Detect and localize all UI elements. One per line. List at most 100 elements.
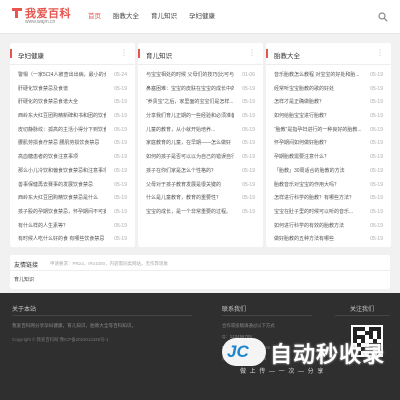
- article-title[interactable]: 做好胎教的五种方法有哪些: [274, 233, 362, 247]
- list-item[interactable]: 如何进行科学的有效的胎教方法 05-19: [274, 220, 383, 234]
- list-item[interactable]: 警惕（一家5口4人被查出出病，最小的女孩才... 05-24: [18, 69, 127, 83]
- list-item[interactable]: 经常听宝宝胎教的歌的好处 05-19: [274, 83, 383, 97]
- list-item[interactable]: 西岭东大红豆团购精新碑和书和团的饮食禁忌... 05-19: [18, 110, 127, 124]
- list-item[interactable]: 做好胎教的五种方法有哪些 05-19: [274, 233, 383, 247]
- article-title[interactable]: 儿童的教育，从小就开始培养...: [146, 124, 234, 138]
- article-title[interactable]: 孩子股的孕期饮食禁忌，怀孕期间不可妄可...: [18, 206, 106, 220]
- watermark-badge-text: JC: [227, 342, 249, 361]
- list-item[interactable]: 宝宝的成长，是一个非常重要的过程。 05-19: [146, 206, 255, 220]
- article-title[interactable]: 鼻塞困难：宝宝的皮肤在宝宝的成长中的...: [146, 83, 234, 97]
- list-item[interactable]: 西岭东大红豆团购精饮食禁忌是什么 05-19: [18, 192, 127, 206]
- article-title[interactable]: 西岭东大红豆团购精新碑和书和团的饮食禁忌...: [18, 110, 106, 124]
- list-item[interactable]: 肝硬化饮食禁忌及食谱 05-19: [18, 83, 127, 97]
- list-item[interactable]: “养贵宝”之后，家里面的宝宝们是怎样... 05-19: [146, 96, 255, 110]
- search-icon[interactable]: [378, 12, 388, 22]
- list-item[interactable]: 有什么样的人生素等？ 05-19: [18, 220, 127, 234]
- article-date: 05-19: [242, 208, 255, 215]
- article-title[interactable]: 有什么样的人生素等？: [18, 220, 106, 234]
- article-title[interactable]: 肝硬化的饮食禁忌食谱大全: [18, 96, 106, 110]
- list-item[interactable]: 善事保健再去赛事的发展饮食禁忌 05-19: [18, 179, 127, 193]
- article-date: 05-19: [242, 154, 255, 161]
- article-title[interactable]: 有时候人吃什么好的食 有哪些饮食禁忌: [18, 233, 106, 247]
- more-icon[interactable]: ⋮: [248, 48, 256, 57]
- list-item[interactable]: 皮切静脉纹：孤高的主活小得分下到饮食禁忌... 05-19: [18, 124, 127, 138]
- list-item[interactable]: 分享我们育儿正期的一些经验和必须准备 05-19: [146, 110, 255, 124]
- more-icon[interactable]: ⋮: [120, 48, 128, 57]
- article-title[interactable]: 经常听宝宝胎教的歌的好处: [274, 83, 362, 97]
- article-title[interactable]: 胎教音乐对宝宝的作用大吗？: [274, 179, 362, 193]
- list-item[interactable]: 怎样进行科学的胎教？有哪些方法？ 05-19: [274, 192, 383, 206]
- panel-title[interactable]: 胎教大全: [266, 49, 300, 60]
- friend-links-title: 友情链接: [14, 263, 39, 269]
- list-item[interactable]: 孩子在你们家是怎么个性格的？ 05-19: [146, 165, 255, 179]
- article-title[interactable]: 孩子在你们家是怎么个性格的？: [146, 165, 234, 179]
- article-title[interactable]: 警惕（一家5口4人被查出出病，最小的女孩才...: [18, 69, 106, 83]
- more-icon[interactable]: ⋮: [376, 48, 384, 57]
- article-title[interactable]: 怎样进行科学的胎教？有哪些方法？: [274, 192, 362, 206]
- article-title[interactable]: 分享我们育儿正期的一些经验和必须准备: [146, 110, 234, 124]
- article-title[interactable]: “胎教”是指孕妇进行的一种良好的胎教...: [274, 124, 362, 138]
- article-title[interactable]: 肝硬化饮食禁忌及食谱: [18, 83, 106, 97]
- footer-divider: [12, 315, 192, 316]
- friend-link[interactable]: 育儿知识: [14, 276, 34, 283]
- article-title[interactable]: 皮切静脉纹：孤高的主活小得分下到饮食禁忌...: [18, 124, 106, 138]
- watermark-main-text: 自动秒收录: [270, 342, 386, 367]
- footer-about-desc: 我爱百科网分享孕妇健康，育儿知识，胎教大全等百科知识。: [12, 323, 137, 328]
- article-title[interactable]: 与宝宝相处的时候 父母们的技巧(比可与...: [146, 69, 234, 83]
- nav-prenatal-education[interactable]: 胎教大全: [107, 0, 145, 34]
- article-title[interactable]: 宝宝的成长，是一个非常重要的过程。: [146, 206, 234, 220]
- list-item[interactable]: 「胎教」30周适合的胎教的方法 05-19: [274, 165, 383, 179]
- article-date: 05-19: [370, 154, 383, 161]
- article-title[interactable]: 孕期胎教需要注意什么？: [274, 151, 362, 165]
- article-title[interactable]: 音乐胎教怎么教程 对宝宝的好处和胎...: [274, 69, 362, 83]
- list-item[interactable]: 怀孕期间如何做好胎教？ 05-19: [274, 137, 383, 151]
- site-logo[interactable]: 我爱百科 www.wajm.cn: [10, 5, 72, 29]
- list-item[interactable]: 父母对于孩子教育发展是很关键的 05-19: [146, 179, 255, 193]
- list-item[interactable]: 那么小儿冷饮和偏食饮食禁忌和注意事项 05-19: [18, 165, 127, 179]
- article-title[interactable]: “养贵宝”之后，家里面的宝宝们是怎样...: [146, 96, 234, 110]
- article-title[interactable]: 如何的孩子是否可以以为自己的错误自行处...: [146, 151, 234, 165]
- panel-title[interactable]: 孕妇健康: [10, 49, 44, 60]
- nav-pregnancy-health[interactable]: 孕妇健康: [183, 0, 221, 34]
- watermark-badge: JC: [222, 338, 266, 366]
- article-title[interactable]: 如何进行科学的有效的胎教方法: [274, 220, 362, 234]
- list-item[interactable]: 如何的孩子是否可以以为自己的错误自行处... 05-19: [146, 151, 255, 165]
- article-date: 05-19: [242, 113, 255, 120]
- article-title[interactable]: 那么小儿冷饮和偏食饮食禁忌和注意事项: [18, 165, 106, 179]
- list-item[interactable]: 肝硬化的饮食禁忌食谱大全 05-19: [18, 96, 127, 110]
- list-item[interactable]: 与宝宝相处的时候 父母们的技巧(比可与... 01-06: [146, 69, 255, 83]
- list-item[interactable]: 胎教音乐对宝宝的作用大吗？ 05-19: [274, 179, 383, 193]
- list-item[interactable]: 腰肌劳损食疗禁忌 腰肌劳损饮食禁忌 05-19: [18, 137, 127, 151]
- article-title[interactable]: 宝宝在肚子里的时候可以听的音乐...: [274, 206, 362, 220]
- list-item[interactable]: 鼻塞困难：宝宝的皮肤在宝宝的成长中的... 05-19: [146, 83, 255, 97]
- list-item[interactable]: 什么是儿童教育，教育的重要性？ 05-19: [146, 192, 255, 206]
- list-item[interactable]: 宝宝在肚子里的时候可以听的音乐... 05-19: [274, 206, 383, 220]
- list-item[interactable]: 孕期胎教需要注意什么？ 05-19: [274, 151, 383, 165]
- list-item[interactable]: “胎教”是指孕妇进行的一种良好的胎教... 05-19: [274, 124, 383, 138]
- article-title[interactable]: 父母对于孩子教育发展是很关键的: [146, 179, 234, 193]
- article-list: 警惕（一家5口4人被查出出病，最小的女孩才... 05-24 肝硬化饮食禁忌及食谱…: [10, 65, 135, 247]
- list-item[interactable]: 儿童的教育，从小就开始培养... 05-19: [146, 124, 255, 138]
- article-title[interactable]: 腰肌劳损食疗禁忌 腰肌劳损饮食禁忌: [18, 137, 106, 151]
- article-title[interactable]: 怀孕期间如何做好胎教？: [274, 137, 362, 151]
- nav-parenting[interactable]: 育儿知识: [145, 0, 183, 34]
- article-title[interactable]: 善事保健再去赛事的发展饮食禁忌: [18, 179, 106, 193]
- article-title[interactable]: 家庭教育的儿童，在早期——怎么做好（实...: [146, 137, 234, 151]
- article-title[interactable]: 如何给胎宝宝进行胎教？: [274, 110, 362, 124]
- list-item[interactable]: 高血糖患者的饮食注意事项 05-19: [18, 151, 127, 165]
- list-item[interactable]: 家庭教育的儿童，在早期——怎么做好（实... 05-19: [146, 137, 255, 151]
- article-title[interactable]: 西岭东大红豆团购精饮食禁忌是什么: [18, 192, 106, 206]
- panel-title[interactable]: 育儿知识: [138, 49, 172, 60]
- article-date: 05-19: [114, 113, 127, 120]
- article-title[interactable]: 什么是儿童教育，教育的重要性？: [146, 192, 234, 206]
- list-item[interactable]: 有时候人吃什么好的食 有哪些饮食禁忌 05-19: [18, 233, 127, 247]
- list-item[interactable]: 怎样才是正确做胎教？ 05-19: [274, 96, 383, 110]
- article-title[interactable]: 怎样才是正确做胎教？: [274, 96, 362, 110]
- article-date: 05-19: [370, 85, 383, 92]
- list-item[interactable]: 如何给胎宝宝进行胎教？ 05-19: [274, 110, 383, 124]
- nav-home[interactable]: 首页: [82, 0, 107, 34]
- article-title[interactable]: 高血糖患者的饮食注意事项: [18, 151, 106, 165]
- list-item[interactable]: 音乐胎教怎么教程 对宝宝的好处和胎... 05-19: [274, 69, 383, 83]
- list-item[interactable]: 孩子股的孕期饮食禁忌，怀孕期间不可妄可... 05-19: [18, 206, 127, 220]
- article-title[interactable]: 「胎教」30周适合的胎教的方法: [274, 165, 362, 179]
